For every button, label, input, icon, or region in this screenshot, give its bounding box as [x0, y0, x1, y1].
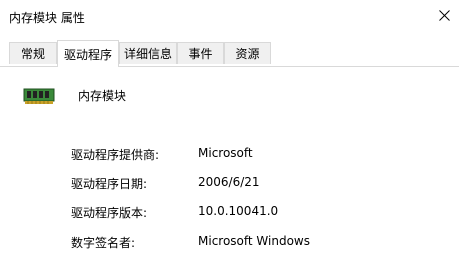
window-title: 内存模块 属性: [9, 11, 85, 25]
close-icon: [439, 9, 450, 21]
tab-driver[interactable]: 驱动程序: [57, 40, 119, 67]
memory-module-icon: [23, 88, 55, 104]
driver-version-value: 10.0.10041.0: [198, 204, 279, 218]
tab-events[interactable]: 事件: [177, 42, 224, 64]
close-button[interactable]: [430, 0, 459, 30]
tab-resources[interactable]: 资源: [224, 42, 271, 64]
driver-version-label: 驱动程序版本:: [71, 206, 148, 220]
driver-provider-label: 驱动程序提供商:: [71, 148, 160, 162]
device-name: 内存模块: [78, 89, 127, 103]
tab-details[interactable]: 详细信息: [119, 42, 177, 64]
driver-provider-value: Microsoft: [198, 146, 253, 160]
title-bar: 内存模块 属性: [0, 0, 459, 34]
digital-signer-value: Microsoft Windows: [198, 234, 310, 248]
driver-tab-panel: [0, 67, 459, 253]
driver-date-value: 2006/6/21: [198, 175, 260, 189]
driver-date-label: 驱动程序日期:: [71, 177, 148, 191]
tab-general[interactable]: 常规: [9, 42, 57, 64]
digital-signer-label: 数字签名者:: [71, 236, 136, 250]
